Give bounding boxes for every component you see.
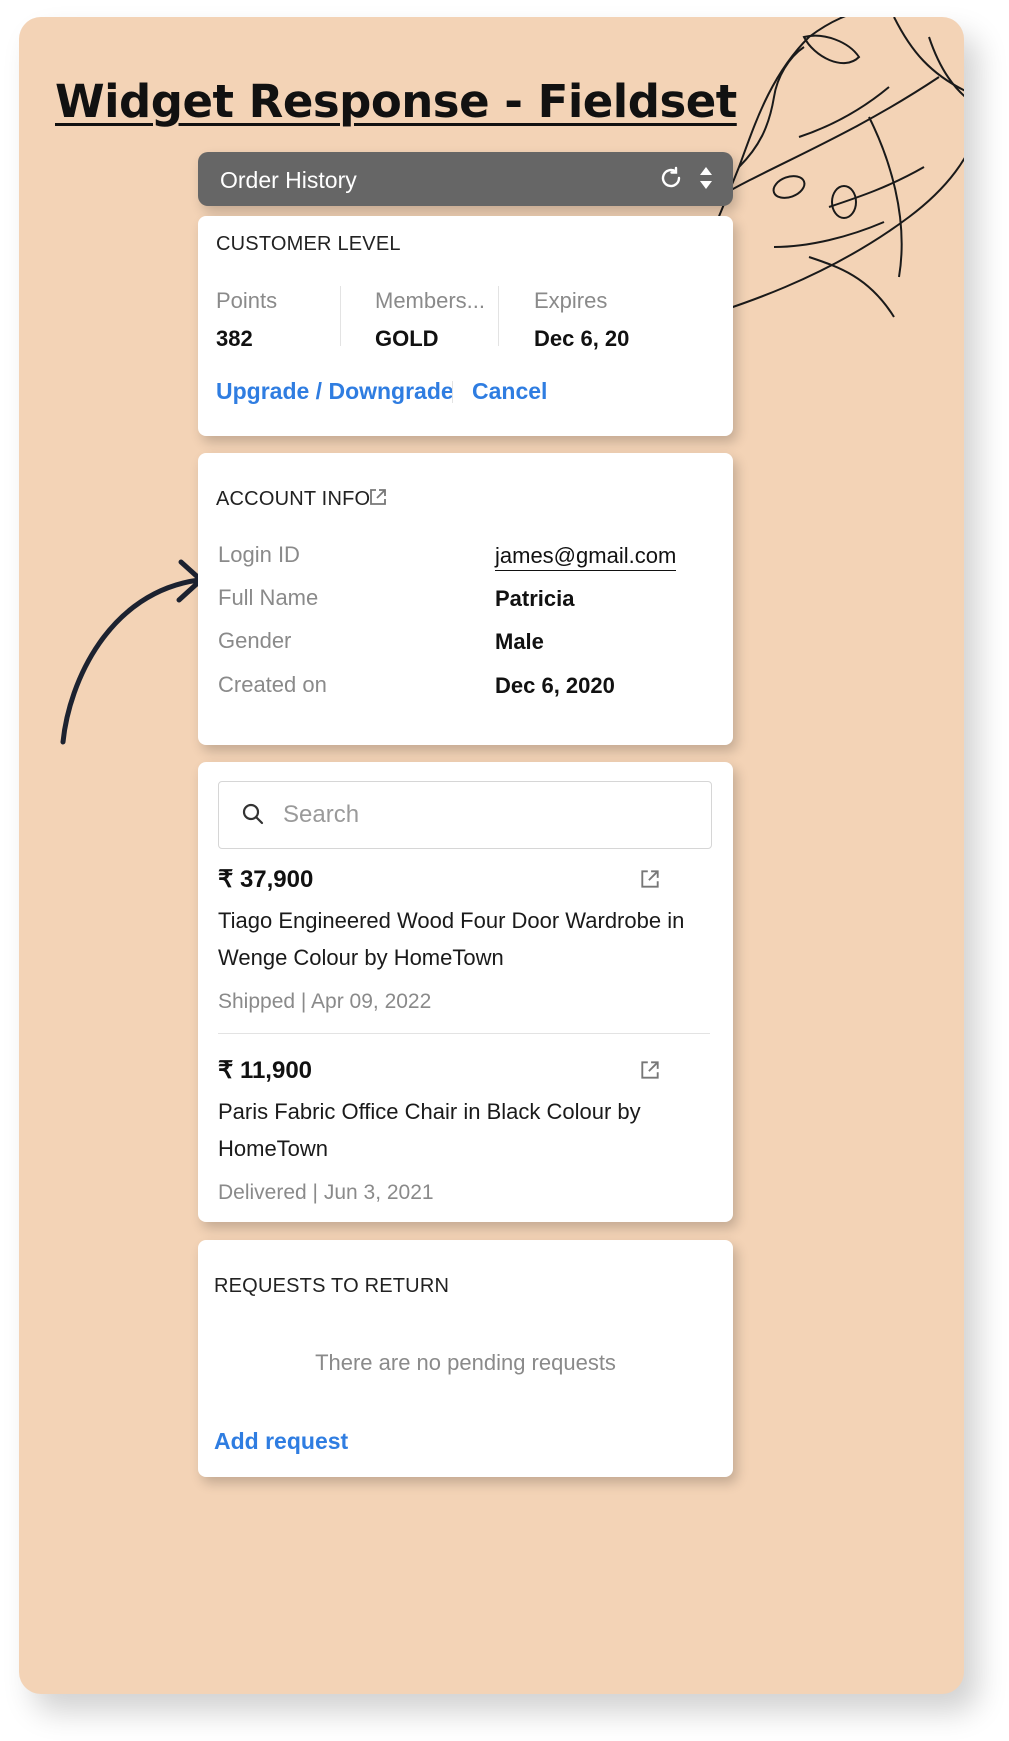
created-on-label: Created on	[218, 672, 327, 697]
order-divider	[218, 1033, 710, 1034]
full-name-value: Patricia	[495, 586, 575, 611]
gender-value: Male	[495, 629, 544, 654]
search-field[interactable]	[218, 781, 712, 849]
expires-label: Expires	[534, 288, 608, 313]
expires-value: Dec 6, 20	[534, 326, 630, 351]
sort-updown-icon[interactable]	[697, 164, 715, 192]
points-label: Points	[216, 288, 278, 313]
login-id-label: Login ID	[218, 542, 300, 567]
external-link-icon[interactable]	[639, 1059, 661, 1081]
order-item[interactable]: ₹ 11,900 Paris Fabric Office Chair in Bl…	[218, 1056, 710, 1205]
search-input[interactable]	[281, 794, 685, 836]
order-status: Shipped | Apr 09, 2022	[218, 990, 432, 1013]
account-info-card: ACCOUNT INFO Login ID james@gmail.com Fu…	[198, 453, 733, 745]
customer-level-card: CUSTOMER LEVEL Points 382 Members... GOL…	[198, 216, 733, 436]
account-info-title: ACCOUNT INFO	[216, 488, 371, 510]
column-divider	[498, 286, 499, 346]
cancel-link[interactable]: Cancel	[472, 378, 547, 405]
order-price: ₹ 11,900	[218, 1057, 313, 1084]
login-id-value[interactable]: james@gmail.com	[495, 543, 677, 571]
orders-card: ₹ 37,900 Tiago Engineered Wood Four Door…	[198, 762, 733, 1222]
page-title: Widget Response - Fieldset	[55, 75, 737, 128]
refresh-icon[interactable]	[659, 166, 683, 190]
widget-title: Order History	[220, 167, 357, 193]
link-divider	[452, 381, 453, 403]
widget-header: Order History	[198, 152, 733, 206]
search-icon	[242, 803, 264, 825]
points-value: 382	[216, 326, 253, 351]
upgrade-downgrade-link[interactable]: Upgrade / Downgrade	[216, 378, 454, 405]
membership-label: Members...	[375, 288, 486, 313]
external-link-icon[interactable]	[639, 868, 661, 890]
customer-level-title: CUSTOMER LEVEL	[216, 233, 401, 255]
gender-label: Gender	[218, 628, 292, 653]
add-request-link[interactable]: Add request	[214, 1428, 348, 1455]
points-column: Points 382	[216, 288, 277, 352]
returns-card: REQUESTS TO RETURN There are no pending …	[198, 1240, 733, 1477]
column-divider	[340, 286, 341, 346]
membership-column: Members... GOLD	[375, 288, 485, 352]
order-status: Delivered | Jun 3, 2021	[218, 1181, 434, 1204]
order-description: Tiago Engineered Wood Four Door Wardrobe…	[218, 908, 685, 970]
order-price: ₹ 37,900	[218, 866, 314, 893]
order-item[interactable]: ₹ 37,900 Tiago Engineered Wood Four Door…	[218, 865, 710, 1014]
empty-state-text: There are no pending requests	[315, 1350, 616, 1375]
membership-value: GOLD	[375, 326, 439, 351]
created-on-value: Dec 6, 2020	[495, 673, 615, 698]
expires-column: Expires Dec 6, 20	[534, 288, 629, 352]
full-name-label: Full Name	[218, 585, 319, 610]
order-description: Paris Fabric Office Chair in Black Colou…	[218, 1099, 641, 1161]
returns-title: REQUESTS TO RETURN	[214, 1275, 450, 1297]
external-link-icon[interactable]	[368, 487, 388, 507]
